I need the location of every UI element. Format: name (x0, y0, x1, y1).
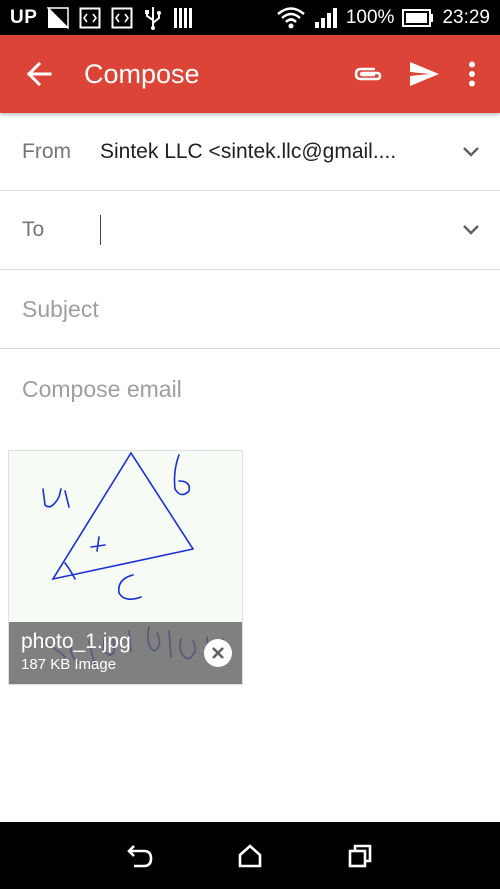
wifi-icon (276, 6, 306, 30)
recents-icon (348, 844, 372, 867)
app-bar: Compose (0, 35, 500, 113)
more-options-button[interactable] (452, 35, 492, 113)
system-nav-bar (0, 822, 500, 889)
compose-body[interactable]: Compose email (0, 349, 500, 429)
status-bar: UP 100% 23:29 (0, 0, 500, 35)
to-label: To (22, 218, 45, 241)
nav-back-button[interactable] (112, 828, 168, 884)
remove-attachment-button[interactable] (204, 639, 232, 667)
send-button[interactable] (396, 35, 452, 113)
close-icon (212, 647, 224, 659)
carrier-badge: UP (10, 6, 38, 28)
attach-icon (354, 67, 382, 81)
chevron-down-icon (463, 225, 479, 235)
from-row[interactable]: From Sintek LLC <sintek.llc@gmail.... (0, 113, 500, 191)
subject-field[interactable]: Subject (0, 270, 500, 349)
back-nav-icon (127, 844, 153, 867)
battery-percent: 100% (345, 6, 395, 28)
attachment-info: photo_1.jpg 187 KB Image (9, 622, 242, 684)
back-button[interactable] (0, 35, 78, 113)
subject-placeholder: Subject (22, 295, 99, 322)
attach-button[interactable] (340, 35, 396, 113)
home-icon (238, 843, 262, 867)
code-icon (111, 7, 133, 29)
code-icon (79, 7, 101, 29)
page-title: Compose (84, 58, 200, 89)
attachment-filename: photo_1.jpg (21, 630, 131, 653)
signal-triangle-icon (47, 6, 70, 29)
to-row: To (0, 191, 500, 270)
battery-icon (402, 8, 434, 27)
from-value: Sintek LLC <sintek.llc@gmail.... (100, 139, 397, 163)
from-label: From (22, 139, 71, 163)
cell-signal-icon (314, 7, 338, 29)
send-icon (410, 62, 439, 86)
back-arrow-icon (26, 61, 52, 87)
to-expand-button[interactable] (442, 224, 500, 236)
attachment-card[interactable]: photo_1.jpg 187 KB Image (8, 450, 243, 685)
compose-placeholder: Compose email (22, 375, 182, 402)
nav-recents-button[interactable] (332, 828, 388, 884)
barcode-icon (173, 7, 195, 29)
chevron-down-icon (463, 146, 479, 157)
to-input[interactable] (100, 215, 442, 245)
nav-home-button[interactable] (222, 828, 278, 884)
from-dropdown-button[interactable] (442, 146, 500, 158)
attachment-details: 187 KB Image (21, 656, 117, 673)
usb-icon (143, 6, 163, 30)
more-vert-icon (469, 61, 475, 87)
clock: 23:29 (442, 6, 490, 28)
